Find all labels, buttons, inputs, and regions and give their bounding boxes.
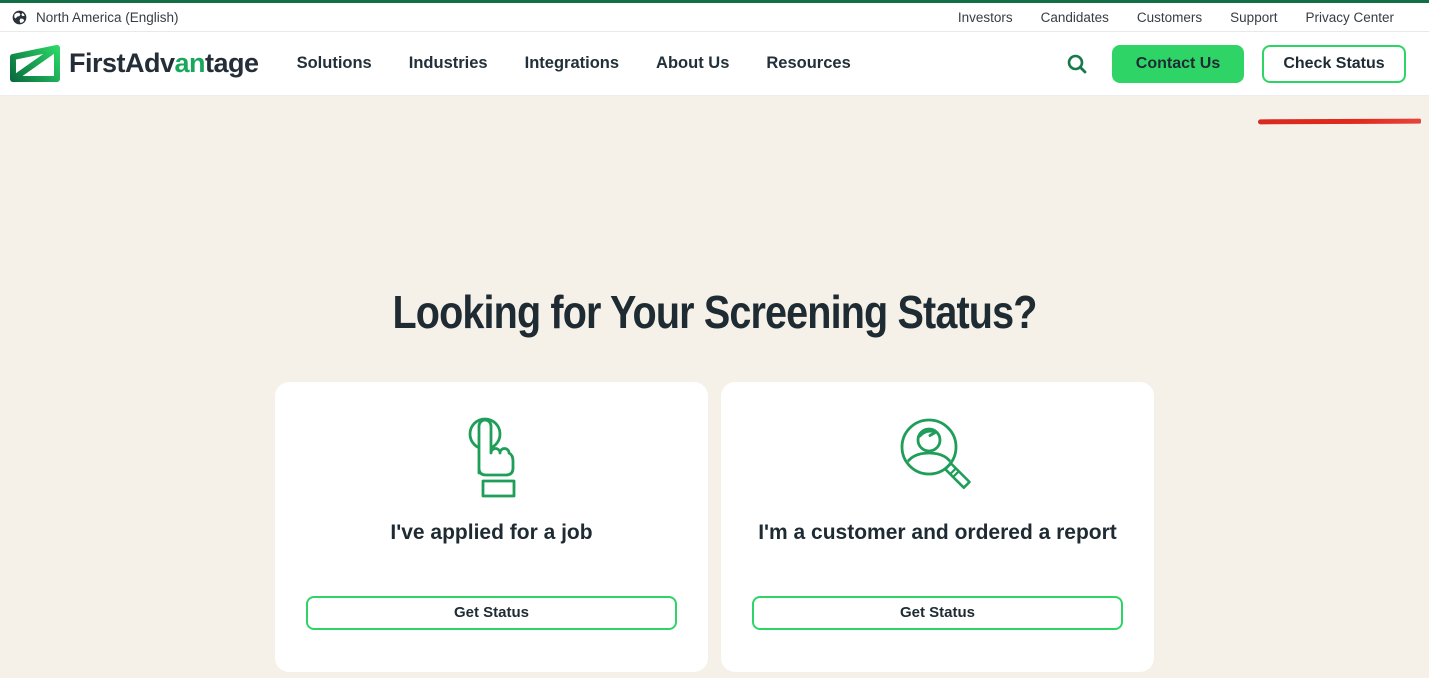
utility-link-candidates[interactable]: Candidates [1041,10,1109,25]
nav-item-resources[interactable]: Resources [766,54,850,73]
magnifier-person-icon [893,412,983,504]
page-title: Looking for Your Screening Status? [100,96,1329,339]
utility-link-privacy-center[interactable]: Privacy Center [1305,10,1394,25]
firstadvantage-logo-icon [8,43,62,85]
utility-links: Investors Candidates Customers Support P… [958,10,1394,25]
card-customer: I'm a customer and ordered a report Get … [721,382,1154,672]
header-actions: Contact Us Check Status [1066,45,1406,83]
status-cards-row: I've applied for a job Get Status [0,382,1429,672]
check-status-button[interactable]: Check Status [1262,45,1406,83]
card-applicant: I've applied for a job Get Status [275,382,708,672]
hero-section: Looking for Your Screening Status? I've … [0,96,1429,678]
nav-item-solutions[interactable]: Solutions [297,54,372,73]
region-selector[interactable]: North America (English) [12,10,179,25]
nav-item-integrations[interactable]: Integrations [525,54,619,73]
utility-bar: North America (English) Investors Candid… [0,3,1429,32]
globe-icon [12,10,27,25]
applicant-get-status-button[interactable]: Get Status [306,596,677,630]
nav-item-industries[interactable]: Industries [409,54,488,73]
main-nav: Solutions Industries Integrations About … [297,54,851,73]
contact-us-button[interactable]: Contact Us [1112,45,1244,83]
search-icon[interactable] [1066,52,1090,76]
utility-link-customers[interactable]: Customers [1137,10,1202,25]
utility-link-support[interactable]: Support [1230,10,1277,25]
card-applicant-label: I've applied for a job [390,521,592,545]
tap-hand-icon [447,412,537,504]
card-customer-label: I'm a customer and ordered a report [758,521,1117,545]
main-header: FirstAdvantage Solutions Industries Inte… [0,32,1429,96]
logo-wordmark: FirstAdvantage [69,48,259,79]
customer-get-status-button[interactable]: Get Status [752,596,1123,630]
firstadvantage-logo[interactable]: FirstAdvantage [8,43,259,85]
region-label: North America (English) [36,10,179,25]
utility-link-investors[interactable]: Investors [958,10,1013,25]
nav-item-about-us[interactable]: About Us [656,54,729,73]
